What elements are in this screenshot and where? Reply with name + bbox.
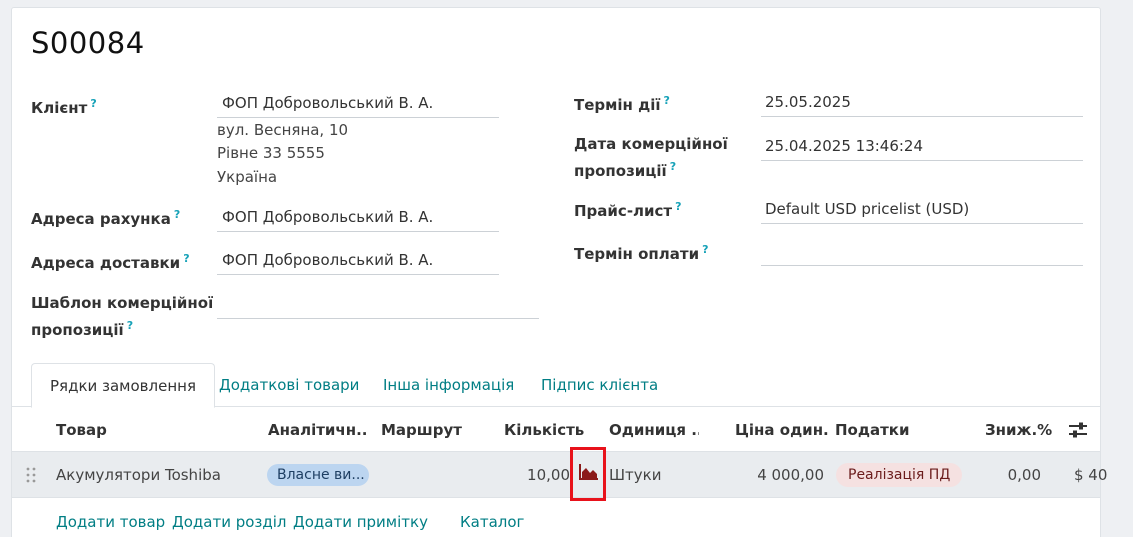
quote-date-label-line-1: Дата комерційної [574, 135, 728, 153]
help-icon[interactable]: ? [670, 160, 676, 173]
cell-uom[interactable]: Штуки [609, 452, 661, 498]
drag-handle-icon[interactable] [26, 467, 36, 483]
help-icon[interactable]: ? [90, 97, 96, 110]
pricelist-label: Прайс-лист? [574, 200, 682, 220]
area-chart-icon[interactable] [579, 463, 599, 481]
validity-date-field[interactable]: 25.05.2025 [761, 89, 1083, 117]
help-icon[interactable]: ? [702, 243, 708, 256]
help-icon[interactable]: ? [174, 208, 180, 221]
column-header-unit-price[interactable]: Ціна один... [735, 408, 830, 452]
table-header: Товар Аналітичн... Маршрут Кількість Оди… [12, 408, 1100, 452]
quote-date-label: пропозиції? [574, 160, 677, 180]
add-note-link[interactable]: Додати примітку [293, 511, 428, 533]
client-address-line-3: Україна [217, 168, 278, 186]
sliders-icon[interactable] [1068, 421, 1088, 439]
delivery-address-label: Адреса доставки? [31, 252, 190, 272]
column-header-route[interactable]: Маршрут [381, 408, 462, 452]
cell-unit-price[interactable]: 4 000,00 [724, 452, 824, 498]
help-icon[interactable]: ? [664, 94, 670, 107]
cell-discount[interactable]: 0,00 [982, 452, 1041, 498]
column-header-analytic[interactable]: Аналітичн... [268, 408, 368, 452]
help-icon[interactable]: ? [675, 200, 681, 213]
invoice-address-label: Адреса рахунка? [31, 208, 181, 228]
invoice-address-field[interactable]: ФОП Добровольський В. А. [217, 204, 499, 232]
form-sheet: S00084 Клієнт? ФОП Добровольський В. А. … [11, 7, 1107, 537]
record-title: S00084 [31, 26, 145, 60]
cell-subtotal: $ 40 [1074, 466, 1108, 484]
column-header-discount[interactable]: Зниж.% [985, 408, 1052, 452]
quote-template-label-line-1: Шаблон комерційної [31, 294, 214, 312]
client-field[interactable]: ФОП Добровольський В. А. [217, 90, 499, 118]
column-header-quantity[interactable]: Кількість [504, 408, 584, 452]
tab-optional-products[interactable]: Додаткові товари [201, 363, 377, 407]
client-address-line-1: вул. Весняна, 10 [217, 121, 349, 139]
cell-quantity[interactable]: 10,00 [512, 452, 570, 498]
tax-badge[interactable]: Реалізація ПД [836, 463, 963, 487]
column-header-uom[interactable]: Одиниця ... [609, 408, 699, 452]
help-icon[interactable]: ? [127, 319, 133, 332]
quote-template-label: пропозиції? [31, 319, 134, 339]
pricelist-field[interactable]: Default USD pricelist (USD) [761, 196, 1083, 224]
catalog-link[interactable]: Каталог [460, 511, 524, 533]
client-label: Клієнт? [31, 97, 97, 117]
help-icon[interactable]: ? [183, 252, 189, 265]
notebook-tabs: Рядки замовлення Додаткові товари Інша і… [12, 363, 1100, 408]
cell-product[interactable]: Акумулятори Toshiba [56, 452, 221, 498]
analytic-badge[interactable]: Власне ви... [267, 464, 369, 486]
column-header-product[interactable]: Товар [56, 408, 107, 452]
payment-terms-label: Термін оплати? [574, 243, 709, 263]
quote-template-field[interactable] [217, 291, 539, 319]
add-section-link[interactable]: Додати розділ [172, 511, 287, 533]
column-header-taxes[interactable]: Податки [835, 408, 909, 452]
payment-terms-field[interactable] [761, 238, 1083, 266]
table-row[interactable]: Акумулятори Toshiba Власне ви... 10,00 Ш… [12, 447, 1107, 501]
delivery-address-field[interactable]: ФОП Добровольський В. А. [217, 247, 499, 275]
quote-date-field[interactable]: 25.04.2025 13:46:24 [761, 133, 1083, 161]
client-address-line-2: Рівне 33 5555 [217, 144, 325, 162]
add-product-link[interactable]: Додати товар [56, 511, 165, 533]
tab-other-info[interactable]: Інша інформація [365, 363, 532, 407]
tab-order-lines[interactable]: Рядки замовлення [31, 363, 215, 408]
forecast-highlight[interactable] [570, 447, 606, 501]
tab-customer-signature[interactable]: Підпис клієнта [523, 363, 676, 407]
validity-label: Термін дії? [574, 94, 670, 114]
